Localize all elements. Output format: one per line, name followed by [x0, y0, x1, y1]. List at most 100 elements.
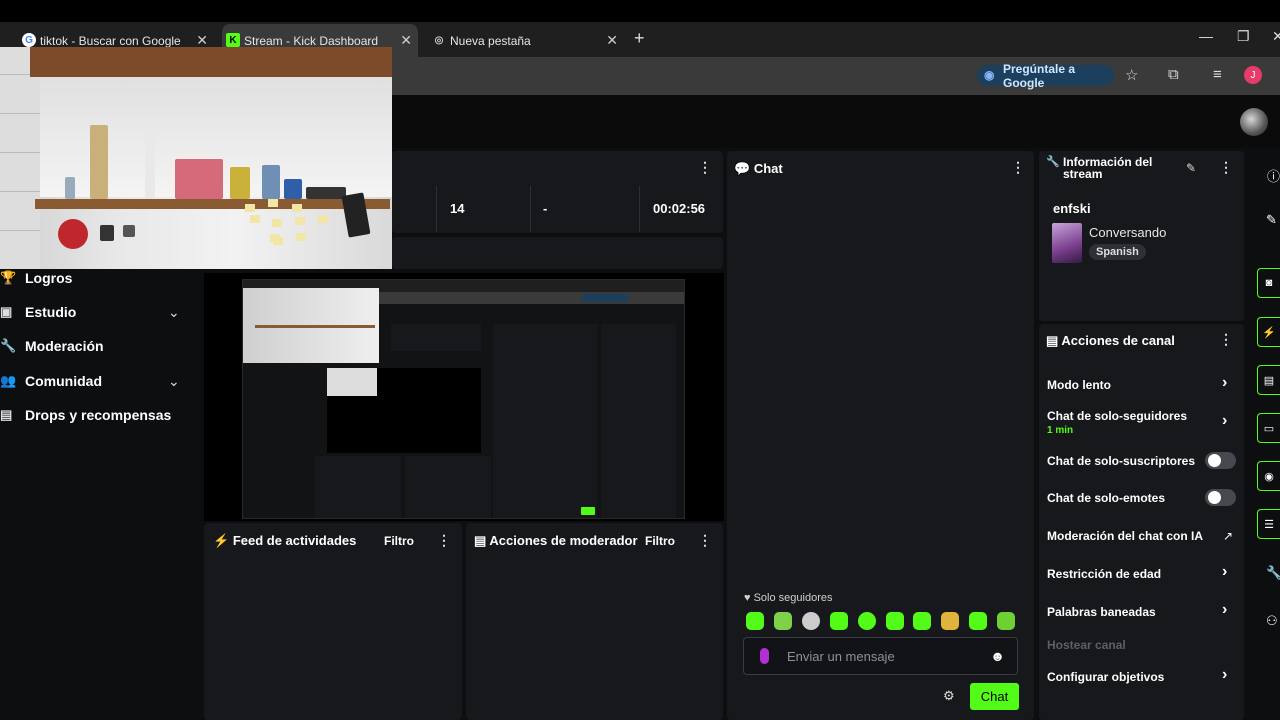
- sticky-note: [273, 237, 283, 245]
- extensions-icon[interactable]: ⧉: [1168, 66, 1179, 83]
- action-ai-moderation[interactable]: Moderación del chat con IA: [1047, 529, 1203, 543]
- gear-icon[interactable]: ⚙: [943, 688, 955, 704]
- chevron-right-icon[interactable]: ›: [1222, 374, 1227, 392]
- restore-icon[interactable]: ❐: [1237, 28, 1250, 45]
- sidebar-item-estudio[interactable]: ▣ Estudio: [0, 304, 76, 320]
- minimize-icon[interactable]: —: [1199, 28, 1213, 44]
- nested-webcam: [243, 288, 379, 363]
- sticky-note: [292, 204, 302, 212]
- panel-title-text: Información del stream: [1063, 155, 1153, 181]
- bottle: [262, 165, 280, 199]
- emote[interactable]: [941, 612, 959, 630]
- nested-activity-feed: [315, 456, 401, 518]
- community-icon: 👥: [0, 373, 17, 388]
- edit-icon[interactable]: ✎: [1266, 212, 1277, 228]
- more-options-icon[interactable]: ⋮: [1219, 159, 1233, 176]
- channel-actions-title: ▤ Acciones de canal: [1046, 333, 1175, 348]
- close-tab-icon[interactable]: ✕: [400, 32, 412, 49]
- box: [284, 179, 302, 199]
- nested-chat-button: [581, 507, 595, 515]
- chevron-down-icon[interactable]: ⌄: [168, 373, 180, 390]
- action-goals[interactable]: Configurar objetivos: [1047, 670, 1164, 684]
- chevron-right-icon[interactable]: ›: [1222, 601, 1227, 619]
- info-icon[interactable]: ⓘ: [1267, 166, 1280, 185]
- action-emotes-only[interactable]: Chat de solo-emotes: [1047, 491, 1165, 505]
- rail-broadcast-icon[interactable]: ◉: [1257, 461, 1280, 491]
- more-options-icon[interactable]: ⋮: [437, 532, 451, 549]
- chevron-right-icon[interactable]: ›: [1222, 666, 1227, 684]
- community-icon[interactable]: ⚇: [1266, 613, 1278, 629]
- action-age-restriction[interactable]: Restricción de edad: [1047, 567, 1161, 581]
- stream-category[interactable]: Conversando: [1089, 225, 1166, 240]
- secondary-strip: [392, 237, 723, 269]
- more-options-icon[interactable]: ⋮: [698, 532, 712, 549]
- tab-new-tab[interactable]: ◎ Nueva pestaña ✕: [428, 24, 624, 57]
- action-followers-only[interactable]: Chat de solo-seguidores: [1047, 409, 1187, 423]
- kick-icon: K: [226, 33, 240, 47]
- stream-username: enfski: [1053, 201, 1091, 216]
- mod-actions-panel: [466, 523, 723, 720]
- bottle: [145, 133, 155, 199]
- ask-google-button[interactable]: ◉ Pregúntale a Google: [977, 62, 1114, 90]
- more-options-icon[interactable]: ⋮: [1219, 331, 1233, 348]
- followers-only-notice: ♥ Solo seguidores: [744, 592, 833, 604]
- emote[interactable]: [969, 612, 987, 630]
- sidebar-item-label: Logros: [25, 270, 73, 286]
- sidebar-item-label: Moderación: [25, 338, 104, 354]
- microphone-icon[interactable]: [760, 648, 769, 664]
- panel-title-text: Acciones de canal: [1061, 333, 1175, 348]
- sidebar-item-logros[interactable]: 🏆 Logros: [0, 270, 72, 286]
- trophy-icon: 🏆: [0, 270, 17, 285]
- close-window-icon[interactable]: ✕: [1272, 28, 1280, 45]
- sticky-note: [295, 217, 305, 225]
- nested-channel-actions: [601, 324, 676, 518]
- rail-lightning-icon[interactable]: ⚡: [1257, 317, 1280, 347]
- more-options-icon[interactable]: ⋮: [698, 159, 712, 176]
- drops-icon: ▤: [0, 407, 13, 422]
- emote[interactable]: [746, 612, 764, 630]
- emote[interactable]: [774, 612, 792, 630]
- wrench-icon[interactable]: 🔧: [1266, 565, 1280, 581]
- rail-document-icon[interactable]: ▤: [1257, 365, 1280, 395]
- emote[interactable]: [858, 612, 876, 630]
- rail-chat-icon[interactable]: ▭: [1257, 413, 1280, 443]
- emotes-only-toggle[interactable]: [1205, 489, 1236, 506]
- panel-title-text: Acciones de moderador: [489, 533, 638, 548]
- emote[interactable]: [913, 612, 931, 630]
- emote[interactable]: [802, 612, 820, 630]
- emote[interactable]: [997, 612, 1015, 630]
- stream-stats-panel: [392, 151, 723, 233]
- rail-list-icon[interactable]: ☰: [1257, 509, 1280, 539]
- close-tab-icon[interactable]: ✕: [606, 32, 618, 49]
- action-slow-mode[interactable]: Modo lento: [1047, 378, 1111, 392]
- chevron-right-icon[interactable]: ›: [1222, 563, 1227, 581]
- subscribers-only-toggle[interactable]: [1205, 452, 1236, 469]
- chevron-down-icon[interactable]: ⌄: [168, 304, 180, 321]
- nested-preview: [327, 368, 481, 453]
- user-avatar[interactable]: [1240, 108, 1268, 136]
- chevron-right-icon[interactable]: ›: [1222, 412, 1227, 430]
- sidebar-item-drops[interactable]: ▤ Drops y recompensas: [0, 407, 171, 423]
- activity-filter-button[interactable]: Filtro: [384, 534, 414, 548]
- sidebar-item-moderacion[interactable]: 🔧 Moderación: [0, 338, 104, 354]
- new-tab-button[interactable]: +: [634, 28, 645, 49]
- nested-mod-actions: [405, 456, 491, 518]
- emote[interactable]: [830, 612, 848, 630]
- emote[interactable]: [886, 612, 904, 630]
- profile-avatar[interactable]: J: [1244, 66, 1262, 84]
- more-options-icon[interactable]: ⋮: [1011, 159, 1025, 176]
- media-controls-icon[interactable]: ≡: [1213, 66, 1222, 83]
- sticky-note: [318, 215, 328, 223]
- action-banned-words[interactable]: Palabras baneadas: [1047, 605, 1156, 619]
- emoji-icon[interactable]: ☻: [990, 648, 1005, 664]
- edit-icon[interactable]: ✎: [1186, 161, 1196, 175]
- mod-filter-button[interactable]: Filtro: [645, 534, 675, 548]
- studio-icon: ▣: [0, 304, 13, 319]
- bookmark-star-icon[interactable]: ☆: [1125, 66, 1138, 84]
- chat-input[interactable]: Enviar un mensaje ☻: [743, 637, 1018, 675]
- send-chat-button[interactable]: Chat: [970, 683, 1019, 710]
- sidebar-item-comunidad[interactable]: 👥 Comunidad: [0, 373, 102, 389]
- rail-camera-icon[interactable]: ◙: [1257, 268, 1280, 298]
- action-subscribers-only[interactable]: Chat de solo-suscriptores: [1047, 454, 1195, 468]
- external-link-icon[interactable]: ↗: [1223, 529, 1233, 543]
